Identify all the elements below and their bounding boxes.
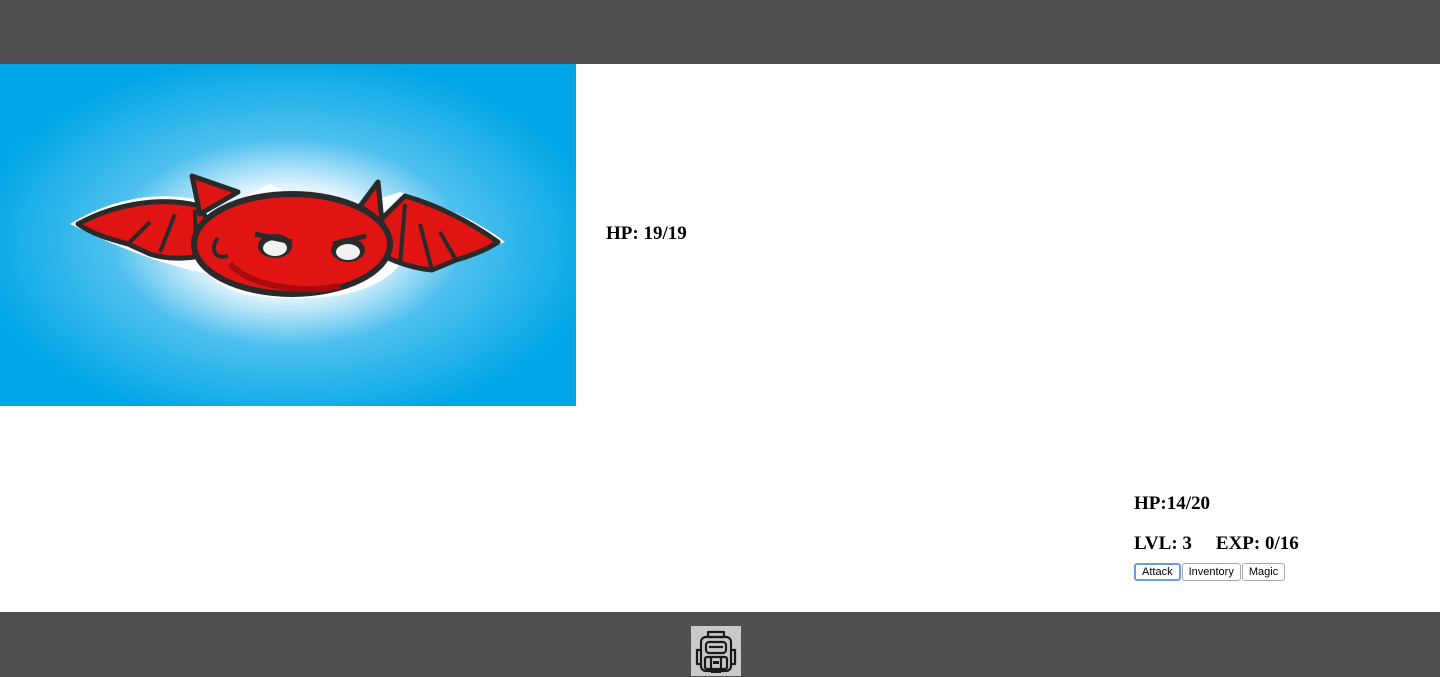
magic-button[interactable]: Magic <box>1241 563 1286 581</box>
bat-monster-icon <box>0 64 576 406</box>
player-level: LVL: 3 <box>1134 533 1192 554</box>
player-stats: LVL: 3 EXP: 0/16 <box>1134 533 1299 557</box>
top-bar <box>0 0 1440 64</box>
player-hp: HP:14/20 <box>1134 493 1210 514</box>
attack-button[interactable]: Attack <box>1134 563 1181 581</box>
player-exp: EXP: 0/16 <box>1215 533 1299 554</box>
action-buttons: Attack Inventory Magic <box>1134 563 1299 581</box>
enemy-hp: HP: 19/19 <box>606 223 687 244</box>
backpack-button[interactable] <box>691 626 741 676</box>
backpack-icon <box>695 630 737 673</box>
bottom-bar <box>0 612 1440 677</box>
enemy-image <box>0 64 576 406</box>
player-panel: HP:14/20 LVL: 3 EXP: 0/16 Attack Inventor… <box>1134 493 1299 581</box>
inventory-button[interactable]: Inventory <box>1181 563 1241 581</box>
